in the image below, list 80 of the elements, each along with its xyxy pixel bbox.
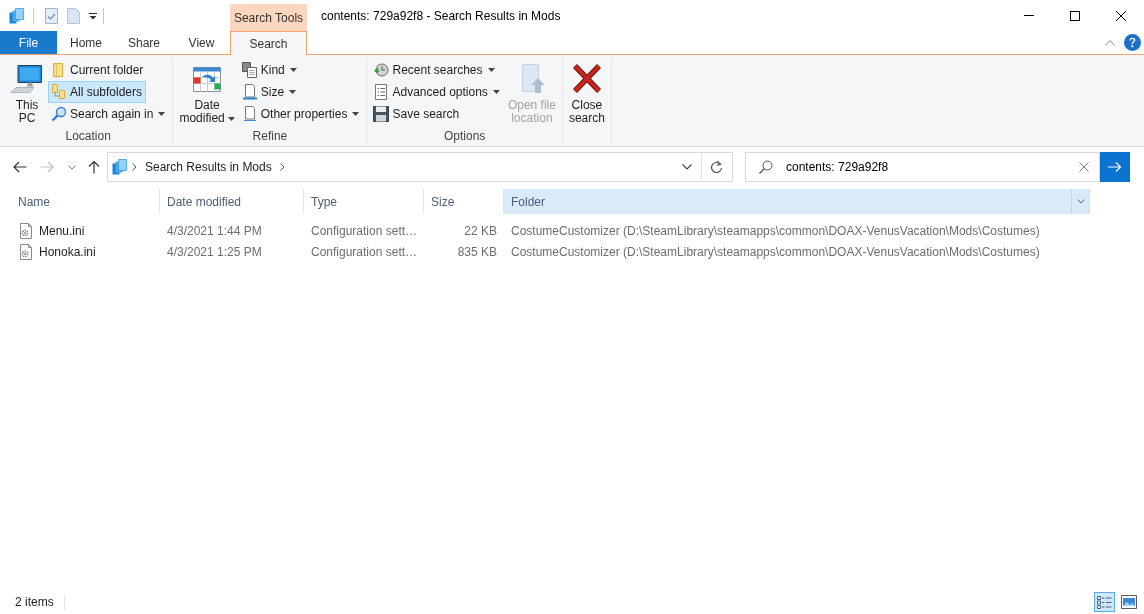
column-header[interactable]: Folder (504, 189, 1090, 214)
column-header[interactable]: Type (304, 189, 424, 214)
up-arrow-icon (88, 160, 100, 174)
maximize-icon (1070, 10, 1080, 21)
file-name[interactable]: Menu.ini (39, 223, 85, 238)
group-label: Location (64, 128, 112, 144)
close-icon (1116, 10, 1126, 21)
ribbon-tab[interactable]: Search (230, 31, 307, 55)
forward-arrow-icon (40, 161, 54, 173)
address-bar[interactable]: Search Results in Mods (107, 152, 733, 182)
ribbon-tab[interactable]: Share (115, 31, 173, 54)
group-label: Refine (251, 128, 289, 144)
collapse-ribbon-button[interactable] (1105, 39, 1115, 46)
column-header[interactable]: Name (11, 189, 160, 214)
file-size: 835 KB (456, 244, 498, 259)
large-icons-view-icon (1120, 595, 1137, 609)
search-box[interactable]: contents: 729a92f8 (745, 152, 1100, 182)
minimize-icon (1024, 15, 1034, 16)
document-icon (241, 84, 258, 100)
magnifier-icon (51, 106, 67, 122)
search-go-button[interactable] (1100, 152, 1130, 182)
right-arrow-icon (1108, 161, 1122, 173)
modified-date: 4/3/2021 1:25 PM (166, 244, 263, 259)
ribbon-button[interactable]: Advanced options (370, 81, 504, 103)
page-icon[interactable] (67, 7, 80, 24)
breadcrumb-link[interactable]: Search Results in Mods (142, 156, 275, 178)
ribbon-button[interactable]: All subfolders (48, 81, 147, 103)
ribbon-button[interactable]: Close search (565, 59, 608, 127)
ribbon-button[interactable]: This PC (7, 59, 47, 127)
view-button[interactable] (1094, 592, 1115, 612)
item-count: 2 items (15, 595, 54, 609)
chevron-right-icon (132, 163, 137, 171)
ribbon-button[interactable]: Date modified (176, 59, 238, 127)
details-view-icon (1097, 594, 1112, 610)
ribbon-button[interactable]: Other properties (238, 103, 364, 125)
column-header[interactable]: Date modified (160, 189, 304, 214)
file-type: Configuration sett… (310, 244, 419, 259)
search-icon (759, 160, 773, 174)
ribbon-button[interactable]: Current folder (48, 59, 148, 81)
monitor-icon (10, 63, 44, 95)
ribbon-button[interactable]: Size (238, 81, 301, 103)
chevron-down-icon (1076, 199, 1085, 204)
file-gear-icon (18, 222, 34, 239)
back-arrow-icon (13, 161, 27, 173)
folder-stack-icon[interactable] (9, 7, 24, 24)
ribbon-tab[interactable]: File (0, 31, 57, 54)
file-gear-icon (18, 243, 34, 260)
chevron-right-icon (279, 163, 285, 171)
view-button[interactable] (1118, 592, 1139, 612)
group-label: Options (443, 128, 487, 144)
ribbon-tab[interactable]: Home (57, 31, 115, 54)
checked-page-icon[interactable] (45, 7, 58, 24)
menu-caret-icon[interactable] (89, 11, 97, 20)
file-name[interactable]: Honoka.ini (39, 244, 96, 259)
file-type: Configuration sett… (310, 223, 419, 238)
ribbon-tab[interactable]: View (173, 31, 230, 54)
folders-icon (51, 84, 67, 100)
clear-icon (1078, 162, 1089, 172)
folder-stack-icon (112, 159, 127, 175)
context-tab-header: Search Tools (230, 4, 307, 31)
ribbon-button[interactable]: Kind (238, 59, 301, 81)
chevron-down-icon (681, 164, 692, 170)
folder-path: CostumeCustomizer (D:\SteamLibrary\steamapps\common\DOAX-VenusVacation\Mods\Costumes) (510, 223, 1041, 238)
folder-path: CostumeCustomizer (D:\SteamLibrary\steamapps\common\DOAX-VenusVacation\Mods\Costumes) (510, 244, 1041, 259)
help-button[interactable] (1124, 34, 1141, 51)
file-size: 22 KB (463, 223, 498, 238)
ribbon-button[interactable]: Recent searches (370, 59, 499, 81)
refresh-icon (710, 160, 723, 174)
documents-icon (241, 62, 258, 78)
window-title: contents: 729a92f8 - Search Results in Mods (321, 8, 561, 23)
clock-icon (373, 62, 390, 78)
ribbon-button[interactable]: Save search (370, 103, 464, 125)
modified-date: 4/3/2021 1:44 PM (166, 223, 263, 238)
search-field[interactable]: contents: 729a92f8 (786, 157, 1069, 177)
help-icon (1124, 34, 1141, 51)
list-document-icon (373, 84, 390, 100)
chevron-up-icon (1105, 39, 1115, 46)
document-icon (241, 106, 258, 122)
ribbon-button[interactable]: Search again in (48, 103, 170, 125)
chevron-down-icon (68, 164, 76, 170)
